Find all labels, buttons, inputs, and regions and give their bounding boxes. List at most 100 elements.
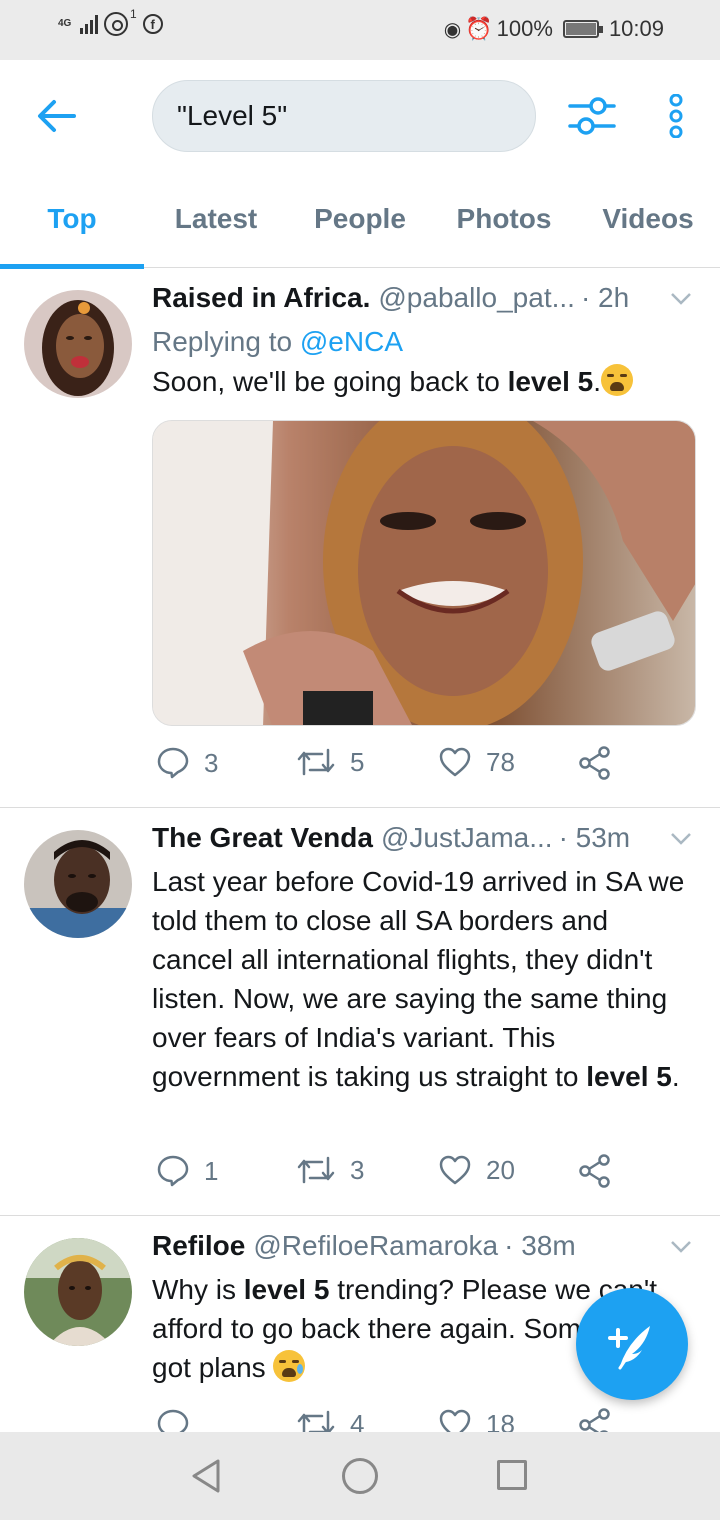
- facebook-icon: f: [142, 14, 163, 34]
- compose-tweet-button[interactable]: [576, 1288, 688, 1400]
- reply-button[interactable]: 1: [156, 1154, 218, 1188]
- retweet-icon: [297, 1410, 335, 1432]
- tab-videos[interactable]: Videos: [576, 170, 720, 268]
- hotspot-icon: [104, 12, 128, 36]
- tab-top[interactable]: Top: [0, 170, 144, 269]
- more-options-button[interactable]: [660, 93, 692, 139]
- avatar[interactable]: [24, 1238, 132, 1346]
- tweet-body: Raised in Africa. @paballo_pat... · 2h R…: [152, 282, 696, 401]
- user-handle[interactable]: @JustJama...: [381, 822, 553, 854]
- avatar[interactable]: [24, 290, 132, 398]
- like-button[interactable]: 78: [438, 746, 515, 778]
- tab-people[interactable]: People: [288, 170, 432, 268]
- tweet[interactable]: The Great Venda @JustJama... · 53m Last …: [0, 808, 720, 1216]
- nav-back-icon[interactable]: [190, 1458, 222, 1494]
- tweet-body: The Great Venda @JustJama... · 53m Last …: [152, 822, 696, 1096]
- crying-face-emoji-icon: [273, 1350, 306, 1382]
- share-button[interactable]: [578, 1154, 612, 1188]
- tweet-text-part: Soon, we'll be going back to: [152, 366, 508, 397]
- search-highlight: level 5: [243, 1274, 330, 1305]
- status-bar: 4G 1 f ◉ ⏰ 100% 10:09: [0, 0, 720, 60]
- back-button[interactable]: [34, 96, 78, 136]
- retweet-count: 3: [350, 1154, 365, 1185]
- display-name[interactable]: The Great Venda: [152, 822, 373, 854]
- tweet-header: The Great Venda @JustJama... · 53m: [152, 822, 696, 862]
- search-query: "Level 5": [177, 100, 288, 131]
- search-input[interactable]: "Level 5": [152, 80, 536, 152]
- retweet-icon: [297, 1156, 335, 1184]
- avatar-photo: [24, 290, 132, 398]
- tweet-text-part: .: [593, 366, 601, 397]
- reply-button[interactable]: [156, 1408, 204, 1432]
- share-nodes-icon: [579, 1154, 610, 1188]
- tab-photos[interactable]: Photos: [432, 170, 576, 268]
- tweet-text-part: Last year before Covid-19 arrived in SA …: [152, 866, 685, 1092]
- share-button[interactable]: [578, 746, 612, 780]
- tweet-text-part: Why is: [152, 1274, 244, 1305]
- share-button[interactable]: [578, 1408, 612, 1432]
- status-left: 4G 1 f: [58, 7, 163, 36]
- chevron-down-icon[interactable]: [670, 832, 692, 846]
- eye-comfort-icon: ◉: [443, 18, 462, 41]
- retweet-count: 4: [350, 1408, 365, 1433]
- search-highlight: level 5: [586, 1061, 672, 1092]
- like-count: 20: [486, 1154, 515, 1185]
- retweet-button[interactable]: 4: [296, 1408, 364, 1432]
- display-name[interactable]: Refiloe: [152, 1230, 245, 1262]
- signal-icon: [80, 14, 98, 34]
- avatar[interactable]: [24, 830, 132, 938]
- share-nodes-icon: [579, 1408, 610, 1432]
- like-button[interactable]: 20: [438, 1154, 515, 1186]
- like-count: 78: [486, 746, 515, 777]
- notification-count: 1: [130, 7, 137, 21]
- vertical-dots-icon: [669, 93, 683, 139]
- arrow-left-icon: [38, 100, 76, 132]
- alarm-icon: ⏰: [465, 16, 493, 41]
- speech-bubble-icon: [157, 1155, 189, 1187]
- status-right: ◉ ⏰ 100% 10:09: [444, 16, 664, 42]
- speech-bubble-icon: [157, 1409, 189, 1432]
- tweet-text: Soon, we'll be going back to level 5.: [152, 362, 696, 401]
- heart-icon: [439, 1155, 471, 1185]
- avatar-photo: [24, 830, 132, 938]
- heart-icon: [439, 1409, 471, 1432]
- clock: 10:09: [608, 16, 664, 41]
- tab-latest[interactable]: Latest: [144, 170, 288, 268]
- like-count: 18: [486, 1408, 515, 1433]
- weary-face-emoji-icon: [601, 364, 633, 396]
- reply-mention[interactable]: @eNCA: [300, 326, 403, 357]
- reply-button[interactable]: 3: [156, 746, 218, 780]
- system-navigation-bar: [0, 1432, 720, 1520]
- timestamp: · 53m: [558, 822, 631, 853]
- nav-recents-icon[interactable]: [497, 1460, 527, 1490]
- battery-icon: [562, 20, 603, 38]
- tweet-text: Last year before Covid-19 arrived in SA …: [152, 862, 696, 1096]
- battery-percent: 100%: [496, 16, 553, 41]
- filter-button[interactable]: [566, 94, 618, 138]
- chevron-down-icon[interactable]: [670, 292, 692, 306]
- like-button[interactable]: 18: [438, 1408, 515, 1432]
- feather-plus-icon: [608, 1326, 650, 1370]
- timestamp: · 38m: [504, 1230, 576, 1261]
- display-name[interactable]: Raised in Africa.: [152, 282, 370, 314]
- avatar-photo: [24, 1238, 132, 1346]
- crying-woman-photo: [153, 421, 695, 725]
- retweet-button[interactable]: 3: [296, 1154, 364, 1186]
- nav-home-icon[interactable]: [342, 1458, 378, 1494]
- replying-label: Replying to: [152, 326, 293, 357]
- share-nodes-icon: [579, 746, 610, 780]
- tweet-actions: 3 5 78: [152, 746, 672, 786]
- reply-count: 3: [204, 747, 219, 778]
- network-type: 4G: [58, 18, 72, 29]
- retweet-button[interactable]: 5: [296, 746, 364, 778]
- sliders-icon: [568, 97, 616, 135]
- user-handle[interactable]: @paballo_pat...: [378, 282, 575, 314]
- search-tabs: Top Latest People Photos Videos: [0, 170, 720, 269]
- chevron-down-icon[interactable]: [670, 1240, 692, 1254]
- tweet-image[interactable]: [152, 420, 696, 726]
- user-handle[interactable]: @RefiloeRamaroka: [253, 1230, 498, 1262]
- retweet-icon: [297, 748, 335, 776]
- tweet[interactable]: Raised in Africa. @paballo_pat... · 2h R…: [0, 268, 720, 808]
- replying-to: Replying to @eNCA: [152, 322, 696, 362]
- heart-icon: [439, 747, 471, 777]
